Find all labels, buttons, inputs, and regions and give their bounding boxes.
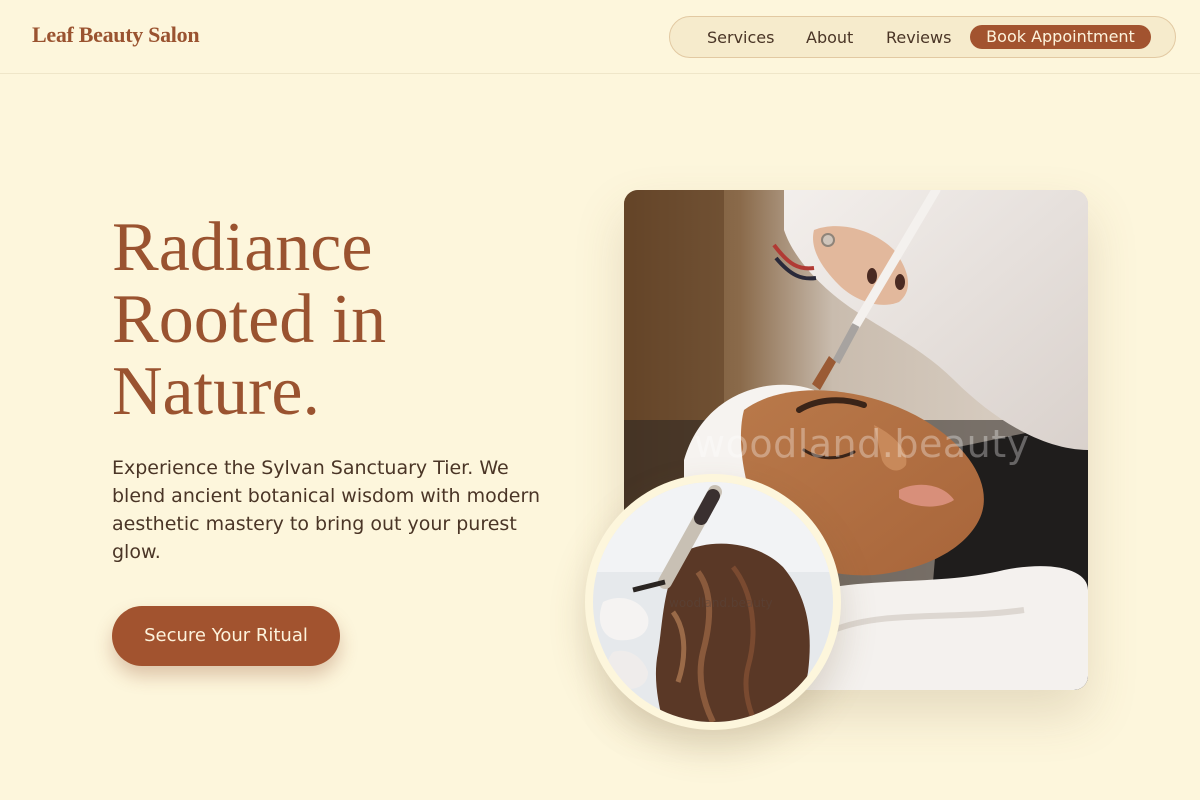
main-nav: Services About Reviews Book Appointment [669,16,1176,58]
book-appointment-button[interactable]: Book Appointment [970,25,1151,49]
hero-title-line-1: Radiance [112,209,373,286]
site-header: Leaf Beauty Salon Services About Reviews… [0,0,1200,74]
hero-title-line-2: Rooted in [112,281,387,358]
hero-title-line-3: Nature. [112,353,320,430]
brand-logo[interactable]: Leaf Beauty Salon [32,22,200,48]
nav-link-about[interactable]: About [806,28,853,47]
secure-ritual-button[interactable]: Secure Your Ritual [112,606,340,666]
nav-link-reviews[interactable]: Reviews [886,28,951,47]
hair-styling-photo-frame: woodland.beauty [585,474,841,730]
nav-link-services[interactable]: Services [707,28,774,47]
main-photo-watermark: woodland.beauty [694,422,1030,466]
hero-description: Experience the Sylvan Sanctuary Tier. We… [112,457,541,563]
circle-photo-watermark: woodland.beauty [669,596,773,610]
hero-title: Radiance Rooted in Nature. [112,212,572,428]
